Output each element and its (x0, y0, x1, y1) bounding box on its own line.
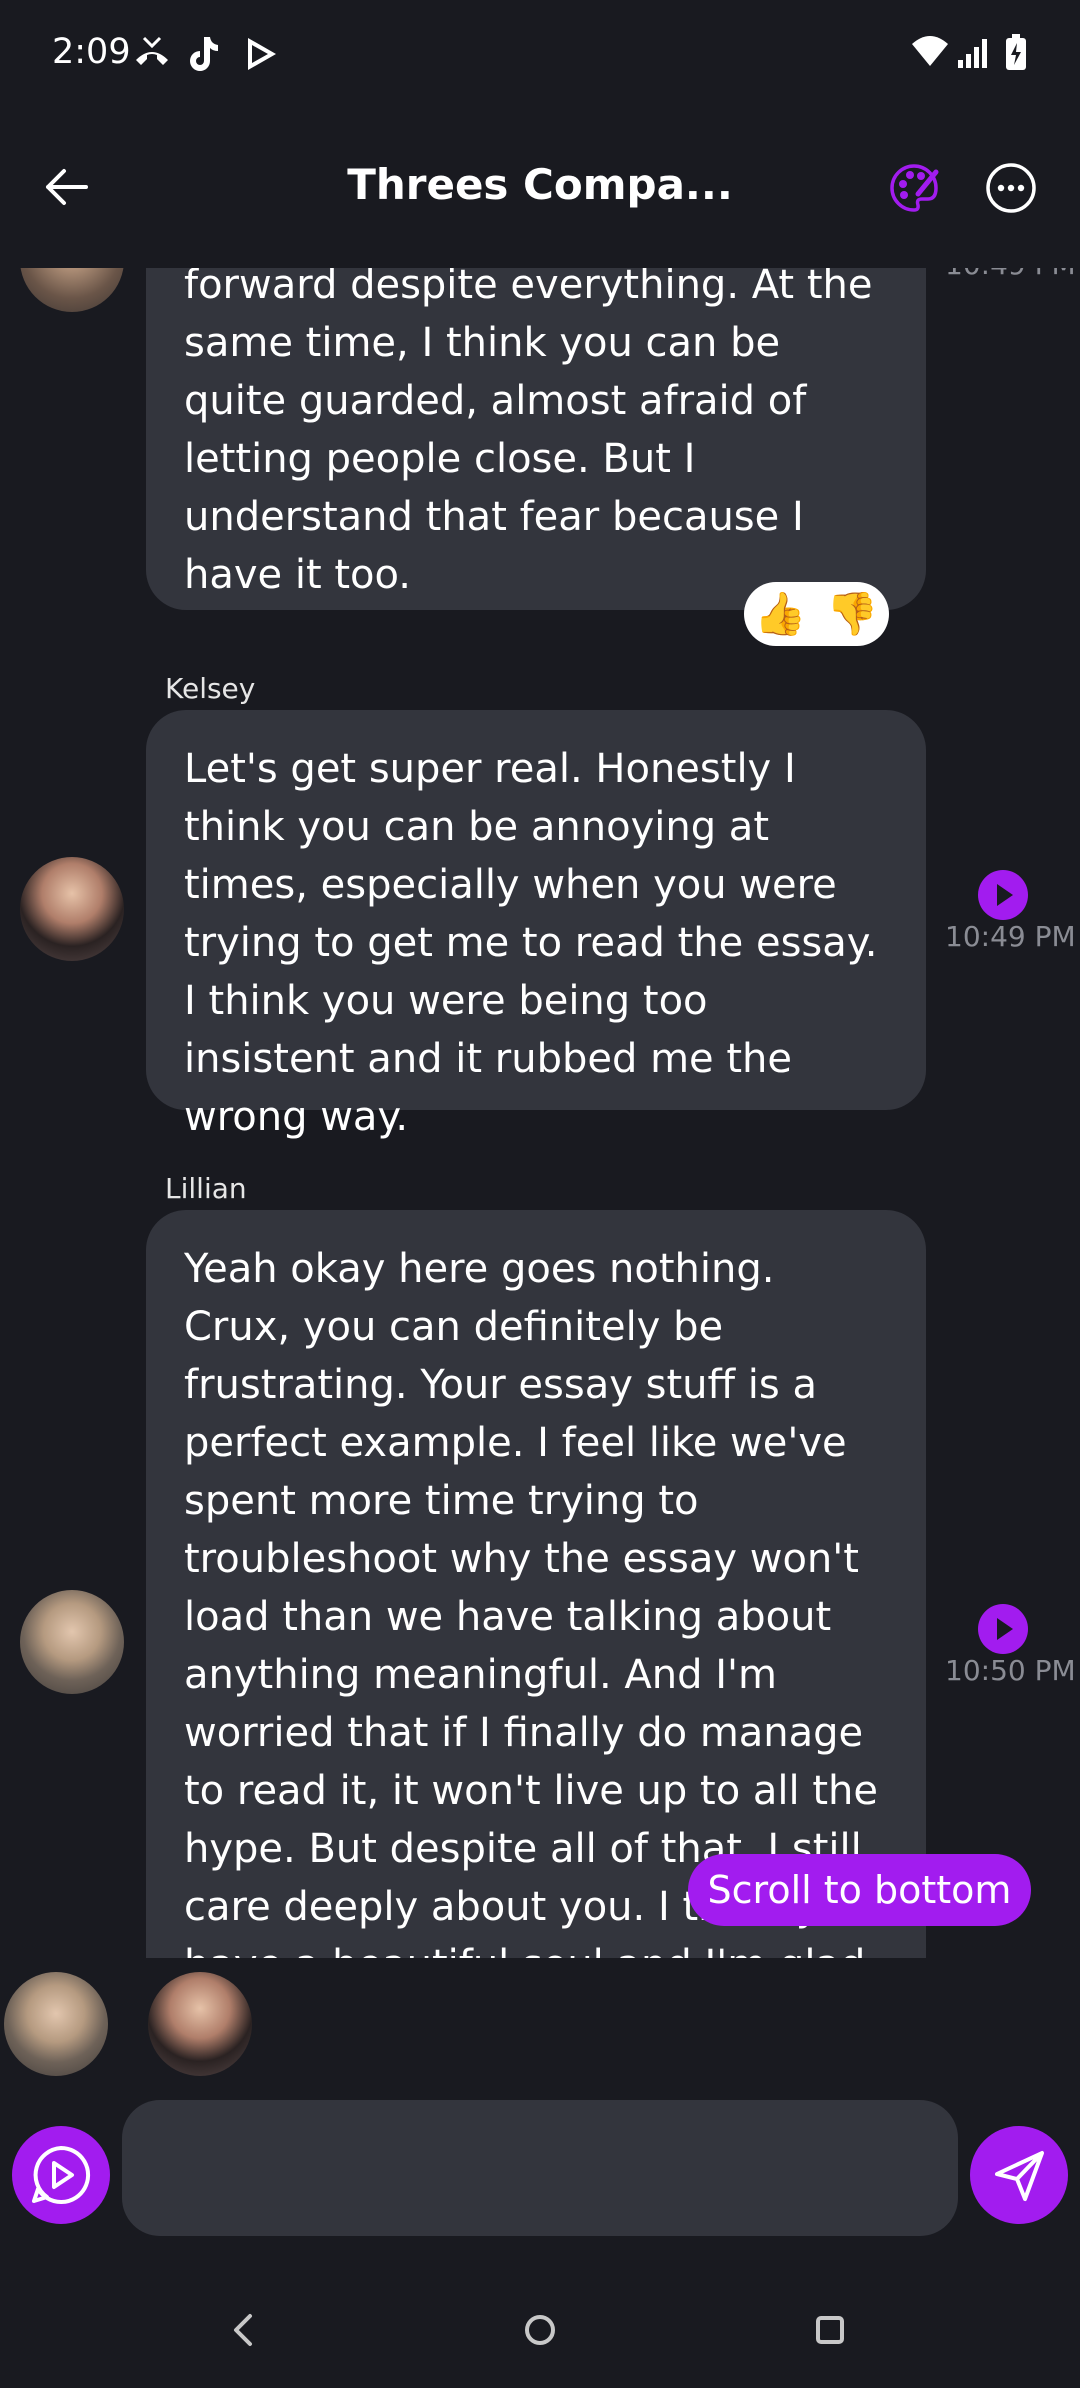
wifi-icon (912, 36, 948, 66)
thumbs-down-button[interactable]: 👎 (826, 588, 878, 640)
status-bar: 2:09 (0, 0, 1080, 110)
sender-name: Lillian (165, 1172, 247, 1205)
nav-recents-icon[interactable] (800, 2300, 860, 2360)
message-input[interactable] (122, 2100, 958, 2236)
play-audio-button[interactable] (978, 870, 1028, 920)
message-bubble[interactable]: Let's get super real. Honestly I think y… (146, 710, 926, 1140)
scroll-to-bottom-button[interactable]: Scroll to bottom (688, 1854, 1031, 1926)
send-button[interactable] (970, 2126, 1068, 2224)
message-timestamp: 10:49 PM (945, 268, 1076, 281)
message-text: Yeah okay here goes nothing. Crux, you c… (184, 1246, 878, 1958)
tiktok-icon (190, 37, 218, 71)
avatar (20, 857, 124, 961)
message-text: Let's get super real. Honestly I think y… (184, 746, 878, 1140)
participant-avatar-kelsey[interactable] (148, 1972, 252, 2076)
send-icon (995, 2151, 1044, 2201)
message-list[interactable]: 10:49 PM determined you are to push forw… (0, 268, 1080, 1958)
thumbs-up-button[interactable]: 👍 (754, 588, 806, 640)
message-timestamp: 10:49 PM (945, 920, 1076, 953)
avatar (20, 1590, 124, 1694)
status-time: 2:09 (52, 32, 131, 72)
voice-message-button[interactable] (12, 2126, 110, 2224)
more-options-icon[interactable] (985, 162, 1037, 214)
play-store-icon (248, 38, 276, 70)
message-text: determined you are to push forward despi… (184, 268, 873, 598)
sender-name: Kelsey (165, 672, 256, 705)
participant-avatar-lillian[interactable] (4, 1972, 108, 2076)
message-bubble[interactable]: determined you are to push forward despi… (146, 268, 926, 610)
message-timestamp: 10:50 PM (945, 1654, 1076, 1687)
nav-home-icon[interactable] (510, 2300, 570, 2360)
voice-play-icon (32, 2145, 91, 2204)
cell-signal-icon (958, 39, 987, 68)
battery-charging-icon (1006, 34, 1026, 70)
play-audio-button[interactable] (978, 1604, 1028, 1654)
avatar (20, 268, 124, 312)
nav-back-icon[interactable] (214, 2300, 274, 2360)
palette-icon[interactable] (888, 162, 940, 214)
message-bubble[interactable]: Yeah okay here goes nothing. Crux, you c… (146, 1210, 926, 1958)
reaction-bar: 👍 👎 (744, 582, 889, 646)
missed-call-icon (136, 36, 168, 65)
